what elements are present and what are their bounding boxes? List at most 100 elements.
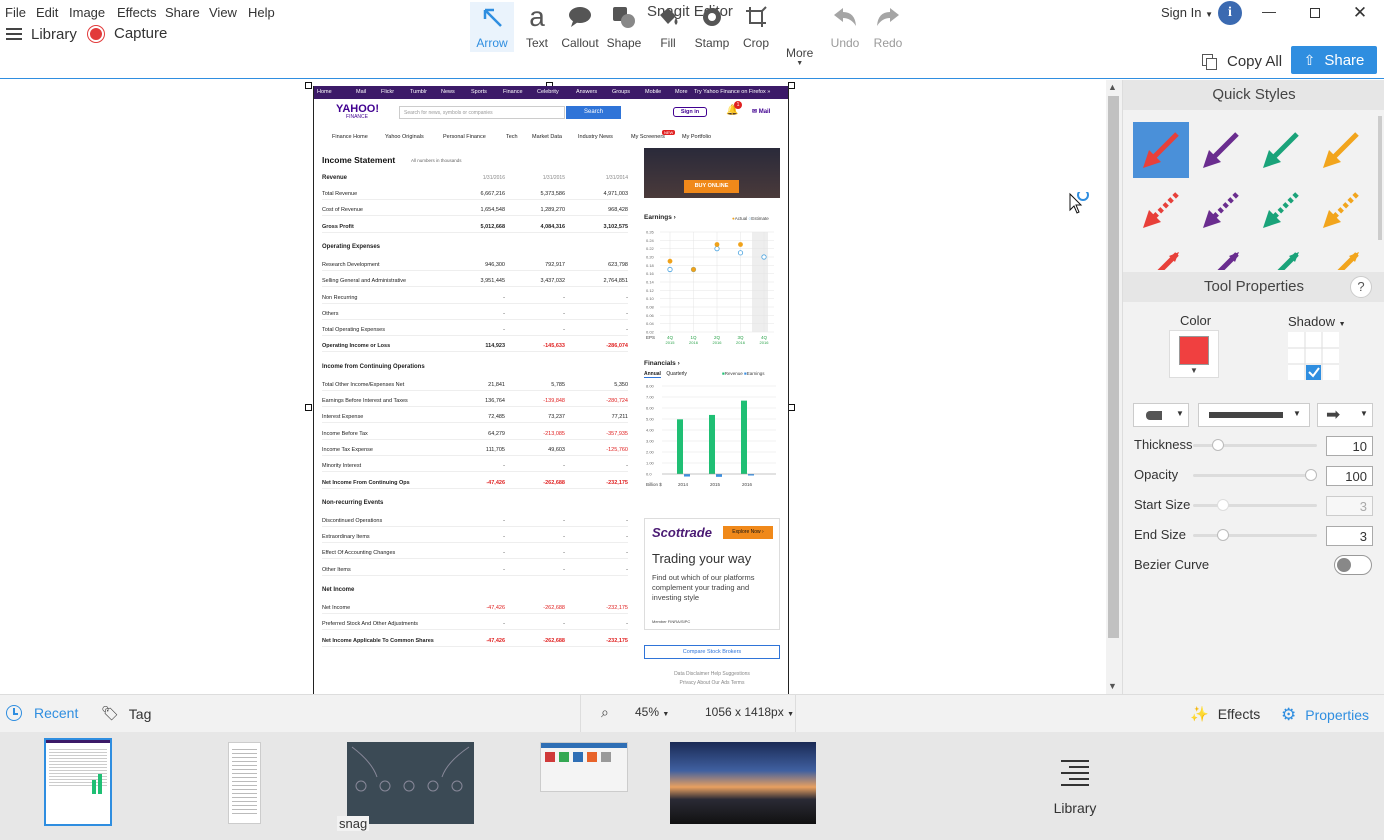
- copy-all-button[interactable]: Copy All: [1202, 53, 1282, 70]
- resize-handle[interactable]: [788, 404, 795, 411]
- end-size-slider-knob[interactable]: [1217, 529, 1229, 541]
- menu-effects[interactable]: Effects: [117, 5, 157, 20]
- arrow-start-style-dropdown[interactable]: ▼: [1133, 403, 1189, 427]
- tray-library-button[interactable]: Library: [1036, 756, 1114, 818]
- tray-thumbnail-desktop[interactable]: [670, 742, 816, 824]
- quick-style-swatch[interactable]: [1313, 122, 1369, 178]
- row-value: 946,300: [485, 261, 505, 268]
- scottrade-member: Member FINRA/SIPC: [652, 619, 691, 624]
- row-value: 968,428: [608, 207, 628, 214]
- close-button[interactable]: ✕: [1350, 3, 1370, 23]
- scroll-down-icon[interactable]: ▼: [1108, 681, 1117, 691]
- row-label: Total Operating Expenses: [322, 327, 385, 334]
- thickness-input[interactable]: 10: [1326, 436, 1373, 456]
- shadow-menu[interactable]: Shadow ▼: [1288, 314, 1346, 329]
- minimize-button[interactable]: —: [1259, 3, 1279, 23]
- quick-style-swatch[interactable]: [1253, 182, 1309, 238]
- opacity-input[interactable]: 100: [1326, 466, 1373, 486]
- maximize-button[interactable]: [1305, 3, 1325, 23]
- row-value: 64,279: [488, 430, 505, 437]
- quick-style-swatch[interactable]: [1193, 242, 1249, 270]
- capture-button[interactable]: Capture: [88, 25, 167, 42]
- end-size-slider[interactable]: [1193, 534, 1317, 537]
- help-icon[interactable]: ?: [1350, 276, 1372, 298]
- effects-button[interactable]: ✨ Effects: [1190, 705, 1260, 723]
- yahoo-subnav-item: Finance Home: [332, 134, 368, 140]
- scrollbar-thumb[interactable]: [1108, 96, 1119, 638]
- arrow-tool[interactable]: Arrow: [470, 2, 514, 52]
- tray-thumbnail-snag[interactable]: [347, 742, 474, 824]
- properties-button[interactable]: ⚙ Properties: [1281, 705, 1369, 725]
- scroll-up-icon[interactable]: ▲: [1108, 82, 1117, 92]
- tray-thumbnail-yahoo-finance[interactable]: [44, 738, 112, 826]
- captured-image[interactable]: Home Mail Flickr Tumblr News Sports Finance Cel…: [313, 86, 789, 694]
- quick-styles-scrollbar[interactable]: [1378, 116, 1382, 240]
- tag-button[interactable]: 🏷 Tag: [101, 705, 151, 722]
- more-tools-button[interactable]: More ▼: [786, 46, 813, 67]
- quick-style-swatch[interactable]: [1313, 242, 1369, 270]
- quick-style-swatch[interactable]: [1133, 182, 1189, 238]
- quick-style-swatch[interactable]: [1133, 242, 1189, 270]
- opacity-slider-knob[interactable]: [1305, 469, 1317, 481]
- menu-view[interactable]: View: [209, 5, 237, 20]
- resize-handle[interactable]: [305, 404, 312, 411]
- yahoo-top-nav: Home Mail Flickr Tumblr News Sports Finance Cel…: [314, 86, 788, 99]
- zoom-icon[interactable]: ⌕: [601, 704, 609, 721]
- arrow-end-style-dropdown[interactable]: ➡ ▼: [1317, 403, 1373, 427]
- start-size-input[interactable]: 3: [1326, 496, 1373, 516]
- row-value: -213,085: [543, 430, 565, 437]
- sign-in-menu[interactable]: Sign In ▼: [1161, 5, 1213, 20]
- recent-button[interactable]: Recent: [6, 705, 78, 721]
- row-value: -: [563, 534, 565, 541]
- library-button[interactable]: Library: [6, 25, 77, 43]
- menu-image[interactable]: Image: [69, 5, 105, 20]
- menu-file[interactable]: File: [5, 5, 26, 20]
- resize-handle[interactable]: [788, 82, 795, 89]
- quick-style-swatch[interactable]: [1193, 182, 1249, 238]
- resize-handle[interactable]: [305, 82, 312, 89]
- tray-thumbnail-document[interactable]: [228, 742, 261, 824]
- row-value: -: [503, 310, 505, 317]
- bezier-toggle[interactable]: [1334, 555, 1372, 575]
- row-value: 77,211: [611, 414, 628, 421]
- color-picker[interactable]: ▼: [1169, 330, 1219, 378]
- opacity-slider[interactable]: [1193, 474, 1317, 477]
- row-value: -232,175: [606, 479, 628, 486]
- quick-style-swatch[interactable]: [1133, 122, 1189, 178]
- thickness-slider-knob[interactable]: [1212, 439, 1224, 451]
- zoom-value: 45%: [635, 705, 660, 719]
- start-size-slider-knob[interactable]: [1217, 499, 1229, 511]
- shape-tool[interactable]: Shape: [602, 2, 646, 52]
- row-value: -: [503, 463, 505, 470]
- row-value: -125,760: [606, 446, 628, 453]
- share-button[interactable]: ⇧ Share: [1291, 46, 1377, 74]
- tray-thumbnail-app-menu[interactable]: [540, 742, 628, 792]
- fill-tool[interactable]: Fill: [646, 2, 690, 52]
- row-value: 792,917: [545, 261, 565, 268]
- quick-styles-header: Quick Styles: [1123, 80, 1384, 110]
- yahoo-footer-links-2: Privacy About Our Ads Terms: [679, 680, 745, 686]
- undo-button[interactable]: Undo: [823, 2, 867, 52]
- line-style-dropdown[interactable]: ▼: [1198, 403, 1310, 427]
- shadow-grid[interactable]: [1288, 332, 1339, 380]
- zoom-dropdown[interactable]: 45% ▼: [635, 705, 669, 719]
- menu-share[interactable]: Share: [165, 5, 200, 20]
- redo-button[interactable]: Redo: [866, 2, 910, 52]
- menu-help[interactable]: Help: [248, 5, 275, 20]
- quick-style-swatch[interactable]: [1193, 122, 1249, 178]
- divider: [580, 695, 581, 733]
- dimensions-dropdown[interactable]: 1056 x 1418px ▼: [705, 705, 794, 719]
- info-icon[interactable]: i: [1218, 1, 1242, 25]
- menu-edit[interactable]: Edit: [36, 5, 58, 20]
- start-size-slider[interactable]: [1193, 504, 1317, 507]
- text-tool[interactable]: a Text: [515, 1, 559, 52]
- crop-tool[interactable]: Crop: [734, 2, 778, 52]
- quick-style-swatch[interactable]: [1253, 242, 1309, 270]
- stamp-tool[interactable]: Stamp: [690, 2, 734, 52]
- actual-point: [667, 258, 673, 264]
- quick-style-swatch[interactable]: [1253, 122, 1309, 178]
- quick-style-swatch[interactable]: [1313, 182, 1369, 238]
- callout-tool[interactable]: Callout: [558, 2, 602, 52]
- end-size-input[interactable]: 3: [1326, 526, 1373, 546]
- section-heading: Net Income: [322, 584, 628, 596]
